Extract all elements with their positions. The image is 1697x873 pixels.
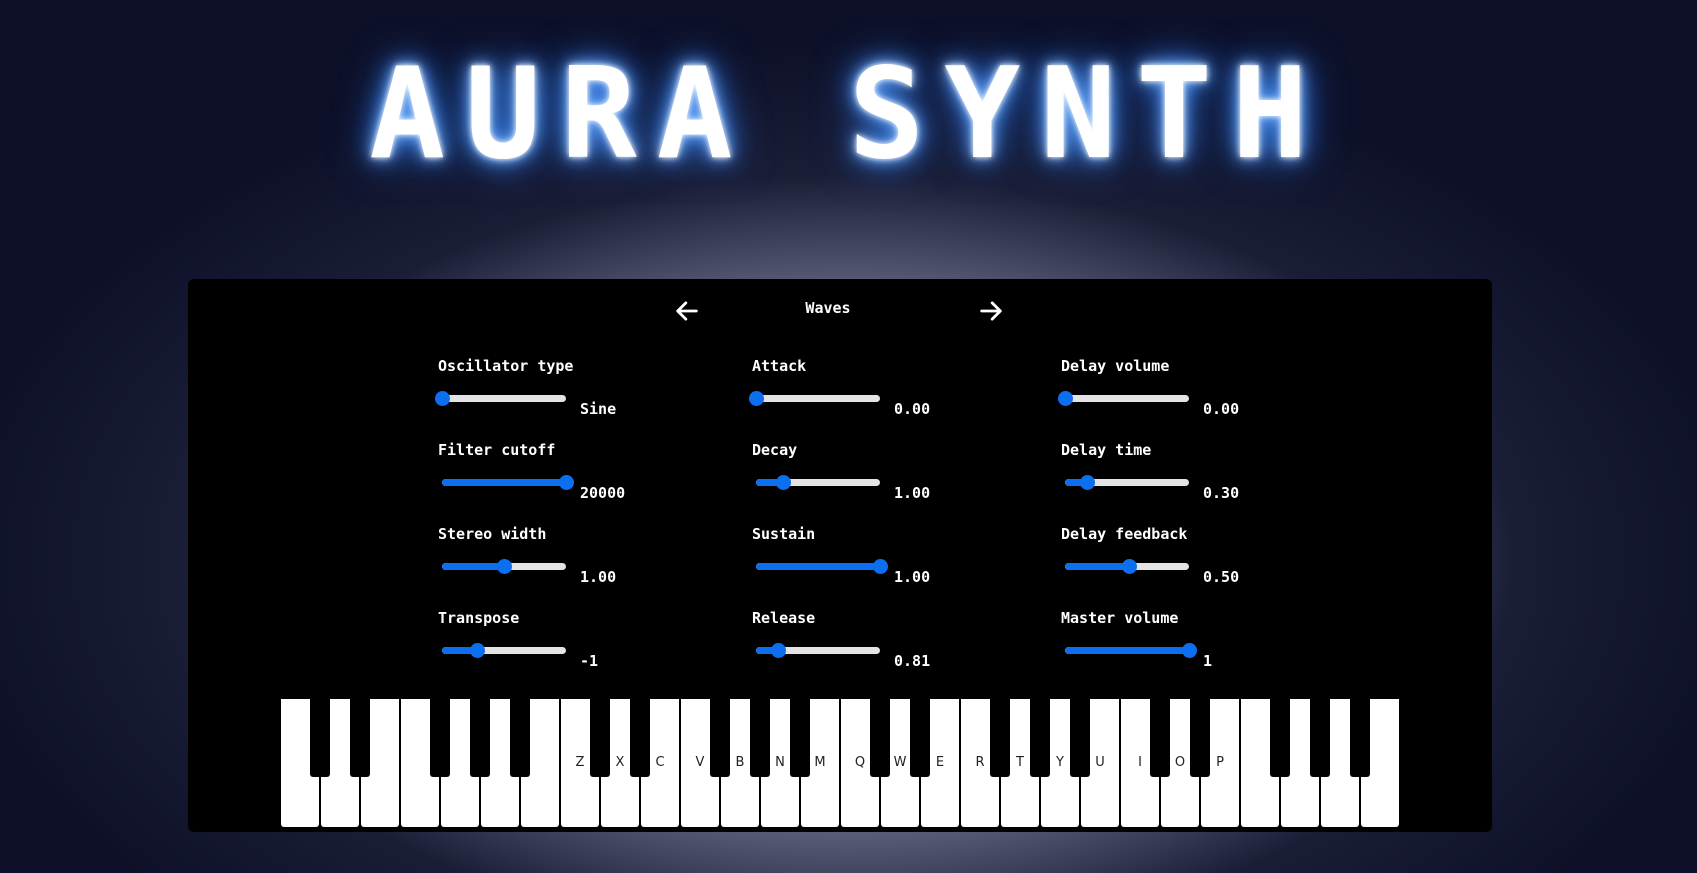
black-key[interactable]	[310, 699, 330, 777]
delay-time-value: 0.30	[1203, 484, 1240, 502]
transpose-value: -1	[580, 652, 599, 670]
next-page-button[interactable]	[977, 297, 1005, 325]
filter-cutoff-value: 20000	[580, 484, 626, 502]
stereo-width-label: Stereo width	[438, 525, 547, 543]
delay-volume-slider-thumb[interactable]	[1058, 391, 1073, 406]
black-key[interactable]	[870, 699, 890, 777]
oscillator-type-label: Oscillator type	[438, 357, 574, 375]
black-key[interactable]	[430, 699, 450, 777]
arrow-right-icon	[980, 301, 1002, 321]
attack-slider[interactable]	[749, 391, 880, 406]
stereo-width-slider-fill	[442, 563, 504, 570]
black-key[interactable]	[910, 699, 930, 777]
synth-panel: Waves Oscillator type Sine Filter cutoff 20…	[188, 279, 1492, 832]
black-key[interactable]	[790, 699, 810, 777]
release-label: Release	[752, 609, 816, 627]
release-slider-thumb[interactable]	[771, 643, 787, 658]
black-key[interactable]	[710, 699, 730, 777]
stereo-width-slider-thumb[interactable]	[497, 559, 512, 574]
black-key[interactable]	[510, 699, 530, 777]
release-value: 0.81	[894, 652, 931, 670]
oscillator-type-slider-thumb[interactable]	[435, 391, 450, 406]
master-volume-slider[interactable]	[1065, 643, 1197, 658]
delay-time-slider[interactable]	[1065, 475, 1189, 490]
black-key[interactable]	[630, 699, 650, 777]
arrow-left-icon	[676, 301, 698, 321]
stereo-width-slider[interactable]	[442, 559, 566, 574]
sustain-label: Sustain	[752, 525, 816, 543]
black-key[interactable]	[590, 699, 610, 777]
black-key[interactable]	[1350, 699, 1370, 777]
black-key[interactable]	[1190, 699, 1210, 777]
transpose-slider-thumb[interactable]	[469, 643, 485, 658]
attack-value: 0.00	[894, 400, 931, 418]
filter-cutoff-slider-fill	[442, 479, 566, 486]
delay-time-slider-thumb[interactable]	[1080, 475, 1096, 490]
black-key[interactable]	[350, 699, 370, 777]
filter-cutoff-slider[interactable]	[442, 475, 574, 490]
oscillator-type-slider[interactable]	[435, 391, 566, 406]
filter-cutoff-label: Filter cutoff	[438, 441, 556, 459]
delay-feedback-label: Delay feedback	[1061, 525, 1188, 543]
attack-slider-thumb[interactable]	[749, 391, 764, 406]
transpose-slider[interactable]	[442, 643, 566, 658]
delay-feedback-value: 0.50	[1203, 568, 1240, 586]
sustain-slider-fill	[756, 563, 880, 570]
master-volume-label: Master volume	[1061, 609, 1179, 627]
master-volume-slider-fill	[1065, 647, 1189, 654]
black-key[interactable]	[1030, 699, 1050, 777]
app-title: AURA SYNTH	[369, 40, 1328, 187]
stereo-width-value: 1.00	[580, 568, 617, 586]
black-key[interactable]	[990, 699, 1010, 777]
decay-value: 1.00	[894, 484, 931, 502]
black-key[interactable]	[470, 699, 490, 777]
filter-cutoff-slider-thumb[interactable]	[559, 475, 574, 490]
delay-feedback-slider[interactable]	[1065, 559, 1189, 574]
attack-label: Attack	[752, 357, 807, 375]
sustain-slider[interactable]	[756, 559, 888, 574]
delay-volume-label: Delay volume	[1061, 357, 1170, 375]
master-volume-slider-thumb[interactable]	[1182, 643, 1197, 658]
sustain-slider-thumb[interactable]	[873, 559, 888, 574]
master-volume-value: 1	[1203, 652, 1213, 670]
black-key[interactable]	[1070, 699, 1090, 777]
transpose-label: Transpose	[438, 609, 520, 627]
page-title: Waves	[805, 299, 851, 317]
black-key[interactable]	[1310, 699, 1330, 777]
release-slider[interactable]	[756, 643, 880, 658]
oscillator-type-value: Sine	[580, 400, 617, 418]
black-key[interactable]	[1150, 699, 1170, 777]
decay-slider-thumb[interactable]	[776, 475, 792, 490]
delay-feedback-slider-fill	[1065, 563, 1130, 570]
delay-time-label: Delay time	[1061, 441, 1152, 459]
delay-volume-slider[interactable]	[1058, 391, 1189, 406]
piano-keyboard: ZXCVBNMQWERTYUIOP	[281, 699, 1401, 827]
black-key[interactable]	[1270, 699, 1290, 777]
prev-page-button[interactable]	[673, 297, 701, 325]
decay-label: Decay	[752, 441, 798, 459]
delay-volume-value: 0.00	[1203, 400, 1240, 418]
delay-feedback-slider-thumb[interactable]	[1122, 559, 1138, 574]
sustain-value: 1.00	[894, 568, 931, 586]
decay-slider[interactable]	[756, 475, 880, 490]
black-key[interactable]	[750, 699, 770, 777]
